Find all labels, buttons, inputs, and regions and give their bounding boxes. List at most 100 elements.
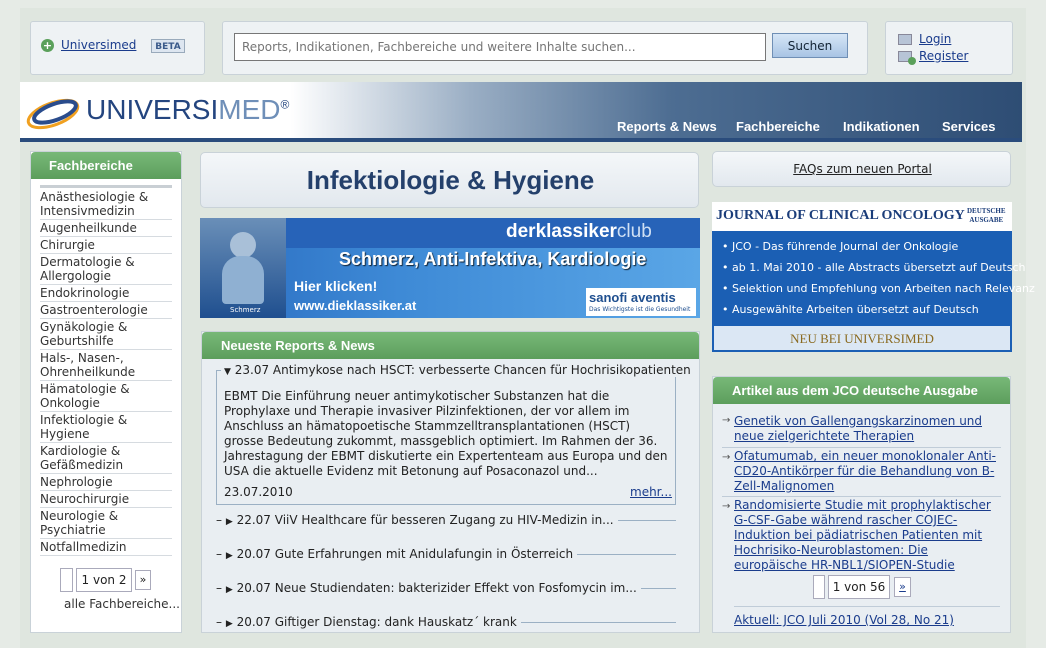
ad-figure-head <box>230 232 256 258</box>
ad-sponsor: sanofi aventis <box>589 290 676 305</box>
sidebar-item-gynaekologie[interactable]: Gynäkologie & Geburtshilfe <box>40 319 172 350</box>
universimed-logo-icon <box>26 98 80 130</box>
login-link[interactable]: Login <box>919 32 951 46</box>
jco-bullet-text: ab 1. Mai 2010 - alle Abstracts übersetz… <box>732 261 1026 274</box>
header-banner: UNIVERSIMED® Reports & News Fachbereiche… <box>20 82 1022 142</box>
jco-bullet: • Ausgewählte Arbeiten übersetzt auf Deu… <box>722 303 979 316</box>
triangle-down-icon: ▼ <box>224 367 231 377</box>
jco-bullet: • JCO - Das führende Journal der Onkolog… <box>722 240 959 253</box>
jco-current-issue-link[interactable]: Aktuell: JCO Juli 2010 (Vol 28, No 21) <box>734 613 954 627</box>
sidebar-item-dermatologie[interactable]: Dermatologie & Allergologie <box>40 254 172 285</box>
news-item[interactable]: – ▶ 20.07 Neue Studiendaten: bakterizide… <box>216 581 641 595</box>
ad-image: Schmerz <box>200 218 286 318</box>
sidebar-item-hno[interactable]: Hals-, Nasen-, Ohrenheilkunde <box>40 350 172 381</box>
news-item-text: 20.07 Neue Studiendaten: bakterizider Ef… <box>236 581 637 595</box>
article-divider <box>722 447 1001 448</box>
all-fachbereiche-link[interactable]: alle Fachbereiche... <box>64 597 180 611</box>
featured-date: 23.07.2010 <box>224 485 293 499</box>
sidebar-item-infektiologie[interactable]: Infektiologie & Hygiene <box>40 412 172 443</box>
ad-sponsor-box: sanofi aventis Das Wichtigste ist die Ge… <box>586 288 696 316</box>
jco-article-link[interactable]: Genetik von Gallengangskarzinomen und ne… <box>734 414 1000 444</box>
page-title-box: Infektiologie & Hygiene <box>200 152 699 208</box>
sidebar-item-neurologie[interactable]: Neurologie & Psychiatrie <box>40 508 172 539</box>
sidebar-item-haematologie[interactable]: Hämatologie & Onkologie <box>40 381 172 412</box>
jco-bullet: • Selektion und Empfehlung von Arbeiten … <box>722 282 1035 295</box>
sidebar-next-button[interactable]: » <box>135 570 151 590</box>
sidebar-title: Fachbereiche <box>31 152 181 179</box>
news-item-text: 22.07 ViiV Healthcare für besseren Zugan… <box>236 513 614 527</box>
sidebar-item-notfallmedizin[interactable]: Notfallmedizin <box>40 539 172 556</box>
jco-edition-line2: AUSGABE <box>969 216 1004 224</box>
news-item[interactable]: – ▶ 20.07 Giftiger Dienstag: dank Hauska… <box>216 615 521 629</box>
sidebar-divider <box>40 185 172 188</box>
featured-headline[interactable]: ▼ 23.07 Antimykose nach HSCT: verbessert… <box>221 363 694 377</box>
ad-sponsor-tag: Das Wichtigste ist die Gesundheit <box>589 306 691 313</box>
faq-box: FAQs zum neuen Portal <box>712 151 1011 187</box>
nav-services[interactable]: Services <box>942 119 996 134</box>
articles-next-button[interactable]: » <box>894 577 911 597</box>
jco-ad[interactable]: JOURNAL OF CLINICAL ONCOLOGY DEUTSCHE AUS… <box>712 202 1035 352</box>
ad-image-caption: Schmerz <box>230 306 261 314</box>
banner-underline <box>20 138 1022 142</box>
triangle-right-icon: ▶ <box>225 517 233 527</box>
logo-text-part1: UNIVERSI <box>86 94 219 125</box>
register-plus-icon <box>908 57 916 65</box>
triangle-right-icon: ▶ <box>225 585 233 595</box>
article-divider <box>722 496 1001 497</box>
brand-box: + Universimed BETA <box>30 21 205 75</box>
articles-prev-button[interactable] <box>813 575 825 599</box>
featured-more-link[interactable]: mehr... <box>630 485 672 499</box>
universimed-link[interactable]: Universimed <box>61 38 136 52</box>
jco-article-link[interactable]: Ofatumumab, ein neuer monoklonaler Anti-… <box>734 449 1000 494</box>
login-icon <box>898 34 912 45</box>
page-title: Infektiologie & Hygiene <box>306 165 595 195</box>
search-button[interactable]: Suchen <box>772 33 848 58</box>
jco-articles-title: Artikel aus dem JCO deutsche Ausgabe <box>713 377 1010 404</box>
sidebar-pager: 1 von 2 <box>76 568 132 592</box>
article-divider <box>734 606 1000 607</box>
sidebar-panel: Fachbereiche Anästhesiologie & Intensivm… <box>30 151 182 633</box>
sidebar-item-anaesthesiologie[interactable]: Anästhesiologie & Intensivmedizin <box>40 189 172 220</box>
jco-bullet-text: Selektion und Empfehlung von Arbeiten na… <box>732 282 1035 295</box>
triangle-right-icon: ▶ <box>225 619 233 629</box>
ad-cta: Hier klicken! <box>294 278 378 294</box>
news-item-text: 20.07 Giftiger Dienstag: dank Hauskatz´ … <box>236 615 517 629</box>
featured-headline-text: 23.07 Antimykose nach HSCT: verbesserte … <box>234 363 691 377</box>
sidebar-item-gastroenterologie[interactable]: Gastroenterologie <box>40 302 172 319</box>
universimed-logo-text: UNIVERSIMED® <box>86 94 289 126</box>
news-item[interactable]: – ▶ 20.07 Gute Erfahrungen mit Anidulafu… <box>216 547 578 561</box>
jco-bullet-text: Ausgewählte Arbeiten übersetzt auf Deuts… <box>732 303 979 316</box>
sidebar-item-nephrologie[interactable]: Nephrologie <box>40 474 172 491</box>
sidebar-item-neurochirurgie[interactable]: Neurochirurgie <box>40 491 172 508</box>
register-link[interactable]: Register <box>919 49 968 63</box>
nav-reports[interactable]: Reports & News <box>617 119 717 134</box>
jco-articles-panel: Artikel aus dem JCO deutsche Ausgabe → G… <box>712 376 1011 633</box>
news-item-text: 20.07 Gute Erfahrungen mit Anidulafungin… <box>236 547 574 561</box>
ad-url: www.dieklassiker.at <box>294 298 417 313</box>
search-input[interactable] <box>234 33 766 61</box>
arrow-right-icon: → <box>722 501 731 512</box>
arrow-right-icon: → <box>722 415 731 426</box>
sidebar-item-augenheilkunde[interactable]: Augenheilkunde <box>40 220 172 237</box>
account-box: Login Register <box>885 21 1013 75</box>
jco-footer-box: NEU BEI UNIVERSIMED <box>712 324 1012 352</box>
jco-title: JOURNAL OF CLINICAL ONCOLOGY <box>716 208 965 223</box>
ad-banner[interactable]: Schmerz derklassikerclub Schmerz, Anti-I… <box>200 218 700 318</box>
nav-indikationen[interactable]: Indikationen <box>843 119 920 134</box>
logo-text-part2: MED <box>218 94 281 125</box>
jco-edition: DEUTSCHE AUSGABE <box>967 207 1006 225</box>
logo-registered: ® <box>280 97 290 112</box>
sidebar-prev-button[interactable] <box>60 568 73 592</box>
news-item[interactable]: – ▶ 22.07 ViiV Healthcare für besseren Z… <box>216 513 618 527</box>
sidebar-item-endokrinologie[interactable]: Endokrinologie <box>40 285 172 302</box>
jco-article-link[interactable]: Randomisierte Studie mit prophylaktische… <box>734 498 1000 573</box>
search-box: Suchen <box>222 21 868 75</box>
jco-edition-line1: DEUTSCHE <box>967 207 1006 215</box>
jco-footer: NEU BEI UNIVERSIMED <box>790 331 934 346</box>
nav-fachbereiche[interactable]: Fachbereiche <box>736 119 820 134</box>
triangle-right-icon: ▶ <box>225 551 233 561</box>
sidebar-item-chirurgie[interactable]: Chirurgie <box>40 237 172 254</box>
faq-link[interactable]: FAQs zum neuen Portal <box>713 162 1012 176</box>
news-title: Neueste Reports & News <box>202 332 699 359</box>
sidebar-item-kardiologie[interactable]: Kardiologie & Gefäßmedizin <box>40 443 172 474</box>
